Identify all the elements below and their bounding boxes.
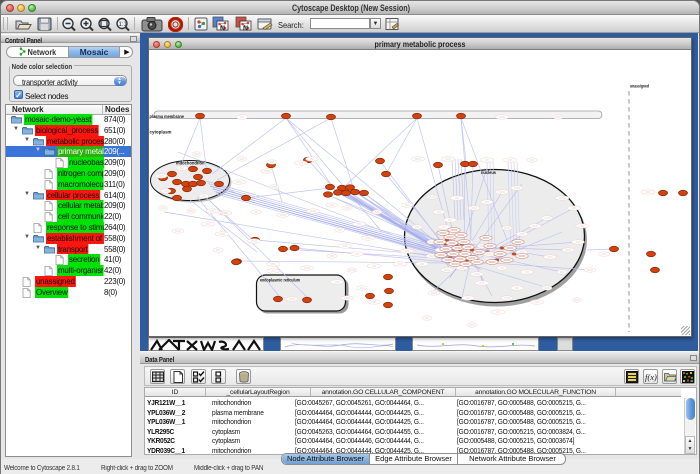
svg-text:f(x): f(x) [645,372,657,382]
svg-text:unassigned: unassigned [630,84,649,89]
svg-text:cytoplasm: cytoplasm [150,130,172,135]
svg-text:1:1: 1:1 [119,22,128,28]
svg-text:N: N [243,26,248,33]
svg-text:nucleus: nucleus [481,170,496,175]
svg-text:endoplasmic reticulum: endoplasmic reticulum [260,278,300,283]
svg-text:N: N [220,26,225,33]
svg-text:mitochondrion: mitochondrion [176,161,205,166]
svg-text:plasma membrane: plasma membrane [150,114,185,119]
